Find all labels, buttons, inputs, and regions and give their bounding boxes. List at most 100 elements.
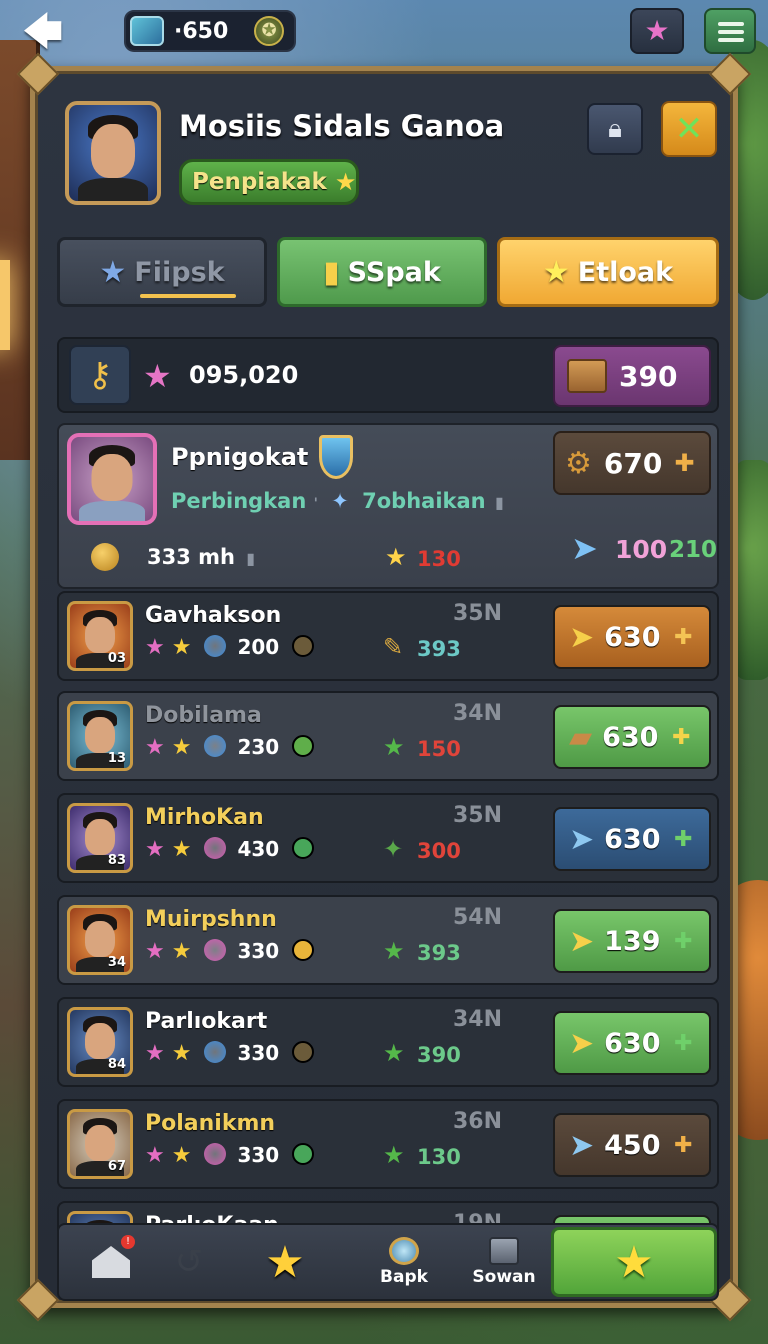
paper-plane-icon: ➤ bbox=[569, 1025, 595, 1061]
list-row[interactable]: 83 MirhoKan ★ ★ 430 35N ✦ 300 ➤ 630 ✚ bbox=[57, 793, 719, 883]
pencil-icon: ✎ bbox=[383, 633, 404, 661]
star-icon: ★ bbox=[383, 1039, 405, 1067]
row-reward-button[interactable]: ➤ 139 ✚ bbox=[553, 909, 711, 973]
avatar-shirt bbox=[77, 177, 149, 201]
featured-entry[interactable]: Ppnigokat Perbingkan ' ✦ 7obhaikan ▮ 333… bbox=[57, 423, 719, 589]
key-icon[interactable]: ⚷ bbox=[69, 345, 131, 405]
notification-badge: ! bbox=[121, 1235, 135, 1249]
avatar-face bbox=[85, 920, 115, 957]
lock-button[interactable]: 🔒︎ bbox=[587, 103, 643, 155]
row-score: 393 bbox=[417, 941, 461, 965]
featured-reward-button[interactable]: ⚙ 670 ✚ bbox=[553, 431, 711, 495]
menu-button[interactable] bbox=[704, 8, 756, 54]
star-icon: ★ bbox=[171, 735, 192, 760]
list-row[interactable]: 03 Gavhakson ★ ★ 200 35N ✎ 393 ➤ 630 ✚ bbox=[57, 591, 719, 681]
currency-display: ·650 ✪ bbox=[124, 10, 296, 52]
star-icon: ★ bbox=[145, 1143, 165, 1168]
paper-plane-icon: ➤ bbox=[571, 529, 598, 567]
gem-icon bbox=[204, 1143, 227, 1165]
favorites-button[interactable]: ★ bbox=[630, 8, 684, 54]
add-currency-button[interactable]: ✪ bbox=[254, 16, 284, 46]
top-bar: 🡄 ·650 ✪ ★ bbox=[0, 0, 768, 64]
nav-hook[interactable]: ↺ bbox=[159, 1225, 219, 1299]
row-reward-button[interactable]: ➤ 630 ✚ bbox=[553, 1011, 711, 1075]
row-stats: ★ ★ 230 bbox=[145, 735, 315, 760]
row-reward-button[interactable]: ➤ 450 ✚ bbox=[553, 1113, 711, 1177]
badge-icon bbox=[292, 837, 315, 859]
save-icon bbox=[489, 1237, 519, 1265]
star-icon: ★ bbox=[145, 635, 165, 660]
list-row[interactable]: 84 Parlıokart ★ ★ 330 34N ★ 390 ➤ 630 ✚ bbox=[57, 997, 719, 1087]
hamburger-line bbox=[718, 38, 744, 42]
summary-row: ⚷ ★ 095,020 390 bbox=[57, 337, 719, 413]
nav-sowan[interactable]: Sowan bbox=[459, 1225, 549, 1299]
row-distance: 36N bbox=[453, 1109, 503, 1134]
sparkle-icon: ✦ bbox=[331, 489, 349, 513]
plus-icon: ✚ bbox=[674, 1030, 693, 1056]
star-icon: ★ bbox=[385, 543, 407, 571]
row-button-value: 630 bbox=[604, 1027, 661, 1059]
tab-fiipsk[interactable]: ★ Fiipsk bbox=[57, 237, 267, 307]
row-distance: 54N bbox=[453, 905, 503, 930]
avatar-face bbox=[85, 616, 115, 653]
plus-icon: ✚ bbox=[672, 724, 691, 750]
paper-plane-icon: ➤ bbox=[569, 619, 595, 655]
hamburger-line bbox=[718, 30, 744, 34]
row-reward-button[interactable]: ➤ 630 ✚ bbox=[553, 605, 711, 669]
star-icon: ★ bbox=[171, 635, 192, 660]
list-row[interactable]: 67 Polanikmn ★ ★ 330 36N ★ 130 ➤ 450 ✚ bbox=[57, 1099, 719, 1189]
tab-sspak[interactable]: ▮ SSpak bbox=[277, 237, 487, 307]
row-reward-button[interactable]: ▰ 630 ✚ bbox=[553, 705, 711, 769]
gem-icon bbox=[204, 939, 227, 961]
gem-icon bbox=[389, 1237, 419, 1265]
leaderboard-panel: Mosiis Sidals Ganoa Penpiakak ★ 🔒︎ ✕ ★ F… bbox=[16, 52, 752, 1322]
row-avatar: 84 bbox=[67, 1007, 133, 1077]
paper-plane-icon: ➤ bbox=[569, 923, 595, 959]
featured-stat-b: 210 bbox=[669, 537, 718, 563]
row-score: 150 bbox=[417, 737, 461, 761]
player-name: Mosiis Sidals Ganoa bbox=[179, 109, 505, 143]
row-name: Parlıokart bbox=[145, 1009, 268, 1034]
back-button[interactable]: 🡄 bbox=[22, 10, 70, 54]
nav-favorites[interactable]: ★ bbox=[255, 1225, 315, 1299]
featured-time-value: 333 mh bbox=[147, 545, 235, 569]
star-icon: ★ bbox=[542, 254, 570, 290]
tab-label: Fiipsk bbox=[134, 256, 225, 288]
row-level: 34 bbox=[107, 955, 126, 970]
currency-value: ·650 bbox=[174, 18, 229, 44]
row-level: 03 bbox=[107, 651, 126, 666]
row-level: 83 bbox=[107, 853, 126, 868]
gem-icon bbox=[204, 837, 227, 859]
leaf-icon: ✦ bbox=[383, 835, 404, 863]
home-icon bbox=[92, 1246, 130, 1278]
tab-etloak[interactable]: ★ Etloak bbox=[497, 237, 719, 307]
row-button-value: 450 bbox=[604, 1129, 661, 1161]
gem-box-icon bbox=[130, 16, 164, 46]
list-row[interactable]: 13 Dobilama ★ ★ 230 34N ★ 150 ▰ 630 ✚ bbox=[57, 691, 719, 781]
star-icon: ★ bbox=[334, 168, 357, 196]
tab-underline bbox=[140, 294, 236, 298]
plus-icon: ✚ bbox=[674, 826, 693, 852]
row-stats: ★ ★ 200 bbox=[145, 635, 315, 660]
player-avatar[interactable] bbox=[65, 101, 161, 205]
nav-label: Bapk bbox=[380, 1267, 428, 1287]
nav-bapk[interactable]: Bapk bbox=[359, 1225, 449, 1299]
paper-plane-icon: ➤ bbox=[569, 821, 595, 857]
featured-avatar bbox=[67, 433, 157, 525]
row-stats: ★ ★ 330 bbox=[145, 939, 315, 964]
summary-chest-button[interactable]: 390 bbox=[553, 345, 711, 407]
close-button[interactable]: ✕ bbox=[661, 101, 717, 157]
row-score: 130 bbox=[417, 1145, 461, 1169]
list-row[interactable]: 34 Muirpshnn ★ ★ 330 54N ★ 393 ➤ 139 ✚ bbox=[57, 895, 719, 985]
star-icon: ★ bbox=[143, 357, 172, 395]
nav-cta-button[interactable]: ★ bbox=[551, 1227, 717, 1297]
lock-icon: 🔒︎ bbox=[608, 114, 622, 144]
avatar-face bbox=[85, 716, 115, 753]
nav-home[interactable]: ! bbox=[81, 1225, 141, 1299]
badge-icon bbox=[292, 1143, 315, 1165]
star-icon: ★ bbox=[171, 939, 192, 964]
tab-bar: ★ Fiipsk ▮ SSpak ★ Etloak bbox=[57, 237, 719, 309]
row-name: Gavhakson bbox=[145, 603, 282, 628]
featured-subtitle-a: Perbingkan bbox=[171, 489, 307, 513]
row-reward-button[interactable]: ➤ 630 ✚ bbox=[553, 807, 711, 871]
